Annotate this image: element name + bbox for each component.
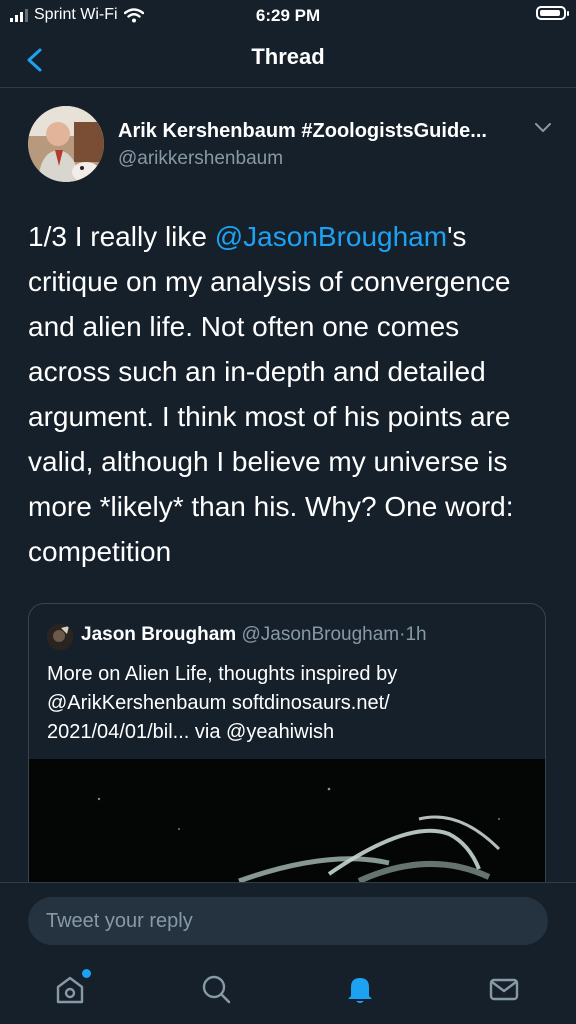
mention-link[interactable]: @JasonBrougham xyxy=(215,221,447,252)
status-time: 6:29 PM xyxy=(255,6,321,25)
home-notification-dot xyxy=(82,969,91,978)
tab-messages[interactable] xyxy=(482,967,526,1011)
tab-bar xyxy=(0,955,576,1023)
home-icon xyxy=(56,976,84,1004)
status-bar: Sprint Wi-Fi 6:29 PM xyxy=(0,0,576,30)
tweet-text: 1/3 I really like @JasonBrougham's criti… xyxy=(28,214,548,574)
quoted-time: 1h xyxy=(405,624,427,645)
messages-icon xyxy=(489,978,519,1001)
quoted-author-handle: @JasonBrougham xyxy=(241,624,400,645)
author-name[interactable]: Arik Kershenbaum #ZoologistsGuide... xyxy=(118,120,487,143)
avatar-image xyxy=(28,106,104,182)
notifications-icon xyxy=(348,978,372,1003)
tweet-text-segment: 's critique on my analysis of convergenc… xyxy=(28,221,514,567)
reply-input[interactable]: Tweet your reply xyxy=(28,897,548,945)
battery-icon xyxy=(536,6,569,20)
tweet-text-segment: 1/3 I really like xyxy=(28,221,215,252)
chevron-down-icon[interactable] xyxy=(534,120,552,134)
quoted-header: Jason Brougham @JasonBrougham·1h xyxy=(81,624,427,646)
avatar[interactable] xyxy=(28,106,104,182)
search-icon xyxy=(202,975,231,1004)
page-title: Thread xyxy=(251,44,325,69)
quoted-text: More on Alien Life, thoughts inspired by… xyxy=(47,663,398,743)
navigation-bar: Thread xyxy=(0,32,576,88)
quoted-avatar xyxy=(47,624,73,650)
author-handle[interactable]: @arikkershenbaum xyxy=(118,148,283,170)
quoted-author-name: Jason Brougham xyxy=(81,624,237,645)
tab-home[interactable] xyxy=(48,967,92,1011)
tab-notifications[interactable] xyxy=(338,967,382,1011)
tab-search[interactable] xyxy=(194,967,238,1011)
